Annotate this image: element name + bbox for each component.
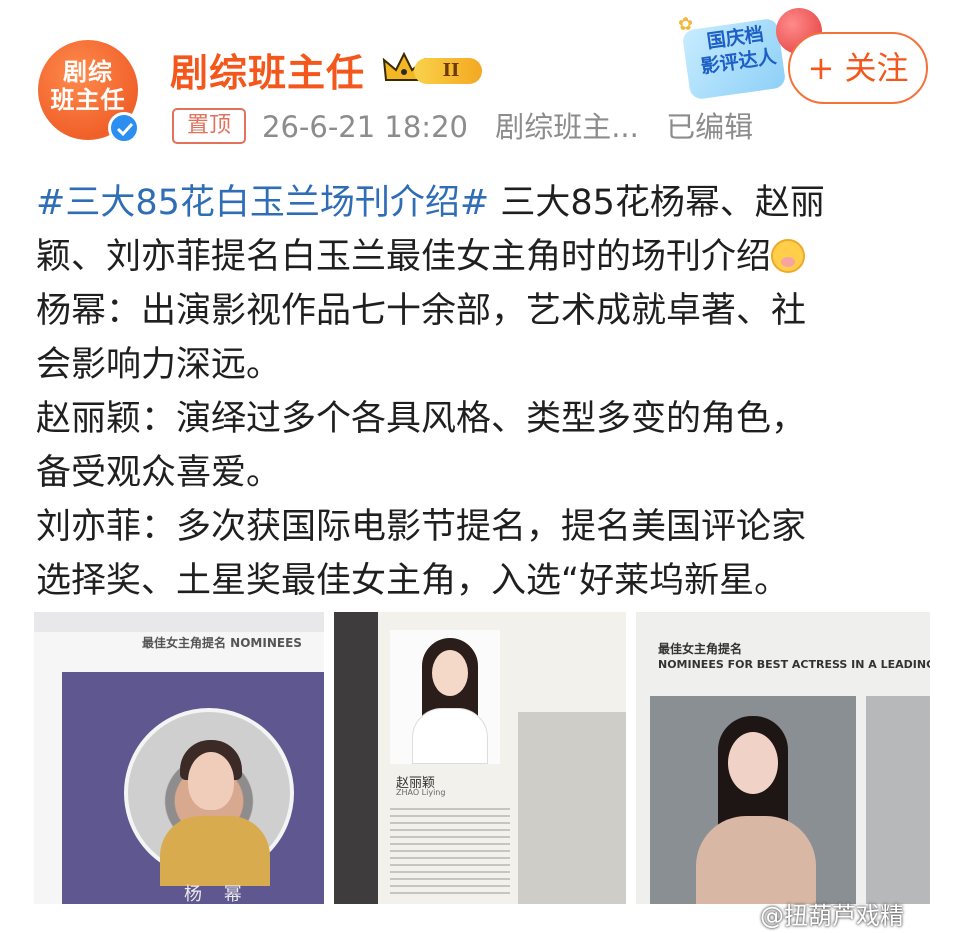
image-1-name: 杨 幂 <box>184 884 250 904</box>
image-3-heading-en: NOMINEES FOR BEST ACTRESS IN A LEADING R… <box>658 658 930 671</box>
level-badge[interactable]: II <box>380 50 484 88</box>
post-line-7: 刘亦菲：多次获国际电影节提名，提名美国评论家 <box>36 507 807 547</box>
image-3-heading: 最佳女主角提名 <box>658 642 743 656</box>
username[interactable]: 剧综班主任 <box>170 42 365 97</box>
post-line-8: 选择奖、土星奖最佳女主角，入选“好莱坞新星。 <box>36 561 790 601</box>
post-image-3[interactable]: 最佳女主角提名 NOMINEES FOR BEST ACTRESS IN A L… <box>636 612 930 904</box>
post-meta: 26-6-21 18:20 剧综班主... 已编辑 <box>262 104 771 146</box>
post-line-5: 赵丽颖：演绎过多个各具风格、类型多变的角色， <box>36 399 807 439</box>
post-line-1: #三大85花白玉兰场刊介绍# 三大85花杨幂、赵丽 <box>36 183 825 223</box>
post-line-4: 会影响力深远。 <box>36 345 282 385</box>
post-source[interactable]: 剧综班主... <box>495 110 639 144</box>
post-image-1[interactable]: 最佳女主角提名 NOMINEES 杨 幂 <box>34 612 324 904</box>
portrait-photo <box>650 696 856 904</box>
image-1-heading: 最佳女主角提名 NOMINEES <box>142 636 302 650</box>
avatar-text: 剧综 班主任 <box>50 57 126 114</box>
post-line-3: 杨幂：出演影视作品七十余部，艺术成就卓著、社 <box>36 291 807 331</box>
pray-emoji-icon <box>771 239 806 273</box>
image-grid: 最佳女主角提名 NOMINEES 杨 幂 赵丽颖 ZHAO Liying 最佳女… <box>34 612 930 904</box>
pinned-tag: 置顶 <box>172 108 246 144</box>
post-body: #三大85花白玉兰场刊介绍# 三大85花杨幂、赵丽 颖、刘亦菲提名白玉兰最佳女主… <box>36 176 926 608</box>
post-image-2[interactable]: 赵丽颖 ZHAO Liying <box>334 612 626 904</box>
watermark: @扭葫芦戏精 <box>760 902 904 930</box>
follow-button[interactable]: + 关注 <box>788 32 928 104</box>
hashtag-link[interactable]: #三大85花白玉兰场刊介绍# <box>36 183 489 223</box>
portrait-circle <box>124 708 294 886</box>
post-header: 剧综 班主任 剧综班主任 II 置顶 26-6-21 18:20 剧综班主... … <box>0 0 960 160</box>
edited-label[interactable]: 已编辑 <box>666 110 753 144</box>
level-label: II <box>414 58 482 84</box>
post-line-6: 备受观众喜爱。 <box>36 453 282 493</box>
verified-icon <box>108 112 140 144</box>
post-line-2: 颖、刘亦菲提名白玉兰最佳女主角时的场刊介绍 <box>36 230 926 284</box>
image-2-pinyin: ZHAO Liying <box>396 788 446 797</box>
portrait-photo <box>390 630 500 764</box>
post-date: 26-6-21 18:20 <box>262 110 468 144</box>
